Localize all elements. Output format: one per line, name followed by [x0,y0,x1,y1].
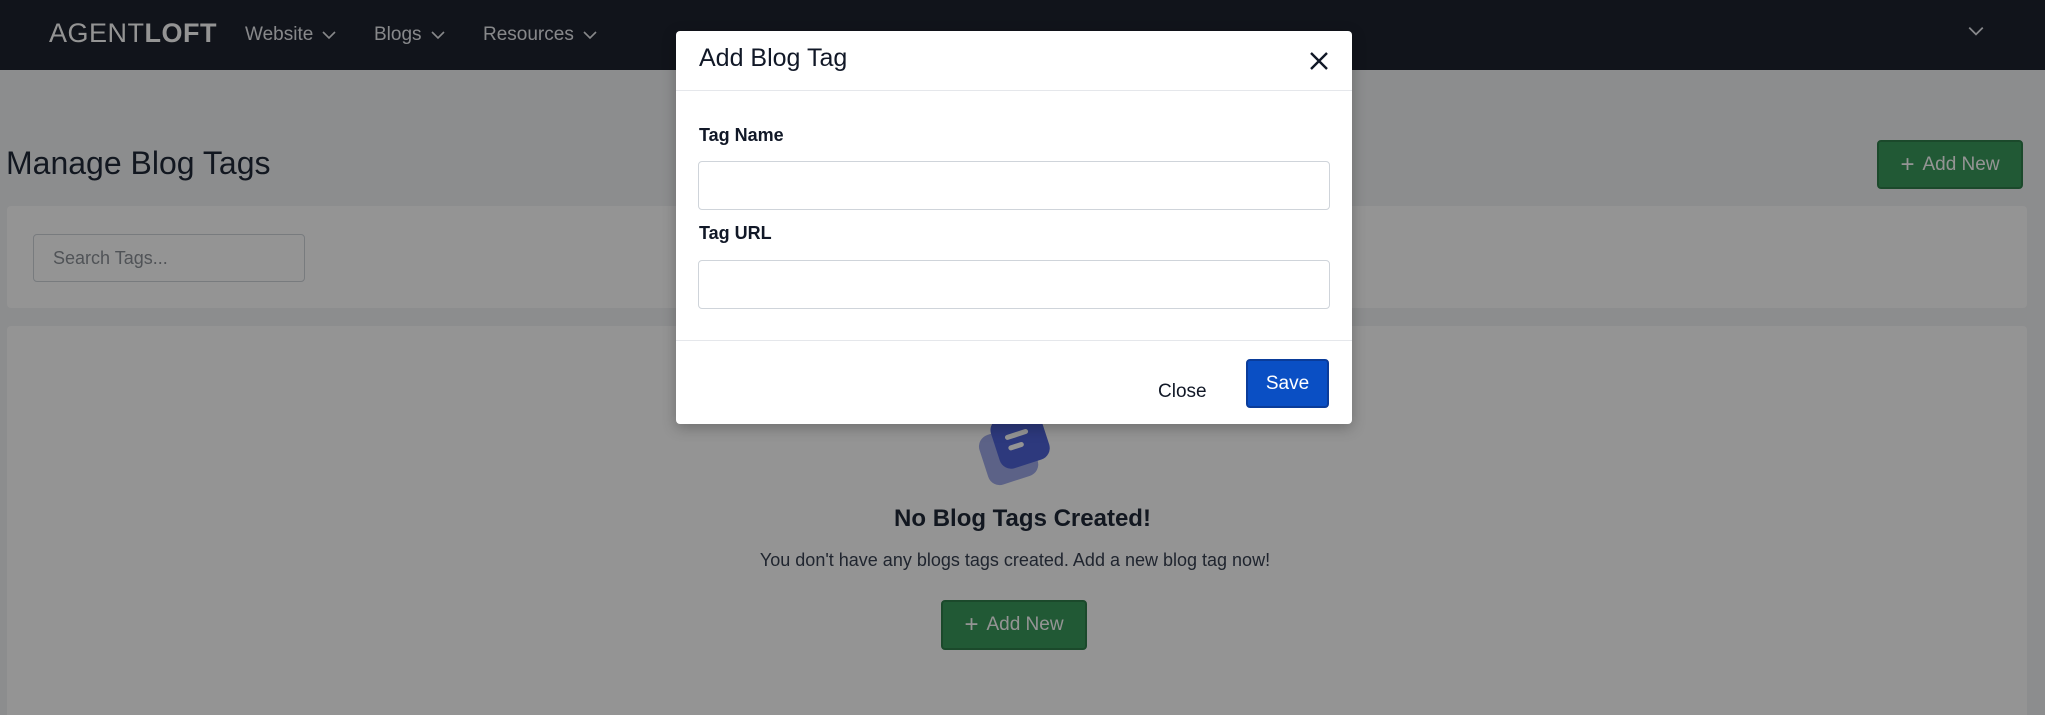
modal-footer: Close Save [676,340,1352,424]
tag-url-label: Tag URL [699,223,772,243]
tag-url-input[interactable] [698,260,1330,309]
tag-name-input[interactable] [698,161,1330,210]
tag-name-label: Tag Name [699,125,784,145]
close-button[interactable]: Close [1158,381,1207,403]
modal-title: Add Blog Tag [699,44,848,72]
close-icon[interactable] [1307,49,1331,73]
add-blog-tag-modal: Add Blog Tag Tag Name Tag URL Close Save [676,31,1352,424]
modal-header: Add Blog Tag [676,31,1352,91]
save-button[interactable]: Save [1246,359,1329,408]
